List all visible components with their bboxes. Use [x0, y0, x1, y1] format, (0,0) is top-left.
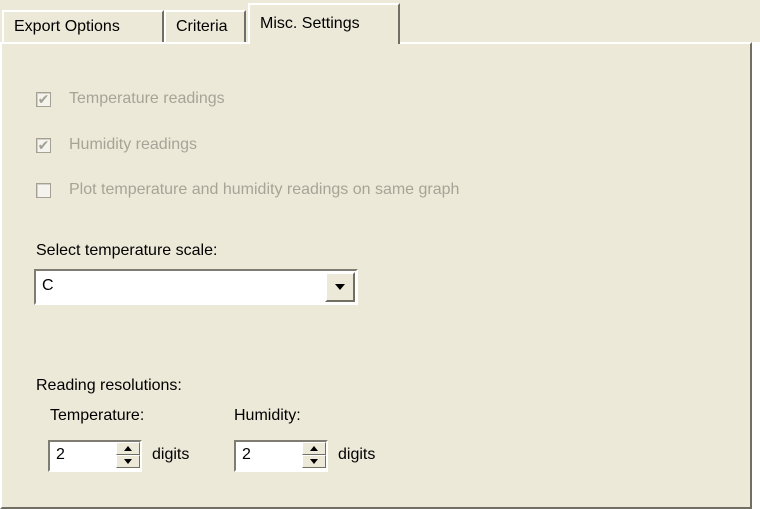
arrow-down-icon: [124, 459, 132, 464]
spin-up-button[interactable]: [116, 442, 140, 455]
arrow-down-icon: [310, 459, 318, 464]
humidity-resolution-label: Humidity:: [234, 407, 301, 424]
humidity-digits-value: 2: [242, 446, 251, 463]
humidity-digits-unit: digits: [338, 446, 376, 463]
arrow-up-icon: [310, 446, 318, 451]
temperature-digits-value: 2: [56, 446, 65, 463]
spin-down-button[interactable]: [116, 455, 140, 468]
tab-misc-settings[interactable]: Misc. Settings: [248, 3, 400, 44]
temperature-digits-unit: digits: [152, 446, 190, 463]
humidity-readings-option[interactable]: ✔ Humidity readings: [36, 136, 197, 154]
temperature-readings-checkbox[interactable]: ✔: [36, 91, 51, 107]
reading-resolutions-label: Reading resolutions:: [36, 377, 182, 394]
tab-strip: Export Options Criteria Misc. Settings: [0, 0, 760, 44]
chevron-down-icon: [335, 284, 345, 290]
tab-criteria[interactable]: Criteria: [164, 10, 246, 42]
tab-label: Criteria: [176, 18, 228, 35]
tab-label: Export Options: [14, 18, 120, 35]
temperature-scale-value: C: [42, 277, 54, 294]
temperature-digits-spinner[interactable]: 2: [48, 440, 142, 472]
same-graph-option[interactable]: Plot temperature and humidity readings o…: [36, 181, 459, 199]
dropdown-button[interactable]: [325, 272, 355, 302]
tab-export-options[interactable]: Export Options: [2, 10, 164, 42]
arrow-up-icon: [124, 446, 132, 451]
same-graph-checkbox[interactable]: [36, 182, 51, 198]
humidity-readings-checkbox[interactable]: ✔: [36, 137, 51, 153]
humidity-digits-spinner[interactable]: 2: [234, 440, 328, 472]
tab-label: Misc. Settings: [260, 15, 360, 32]
temperature-readings-label: Temperature readings: [69, 90, 225, 107]
humidity-readings-label: Humidity readings: [69, 136, 198, 153]
same-graph-label: Plot temperature and humidity readings o…: [69, 181, 460, 198]
temperature-scale-label: Select temperature scale:: [36, 242, 218, 259]
temperature-resolution-label: Temperature:: [50, 407, 145, 424]
temperature-readings-option[interactable]: ✔ Temperature readings: [36, 90, 225, 108]
panel-edge: [752, 42, 760, 509]
spin-up-button[interactable]: [302, 442, 326, 455]
spin-down-button[interactable]: [302, 455, 326, 468]
temperature-scale-select[interactable]: C: [34, 269, 358, 305]
